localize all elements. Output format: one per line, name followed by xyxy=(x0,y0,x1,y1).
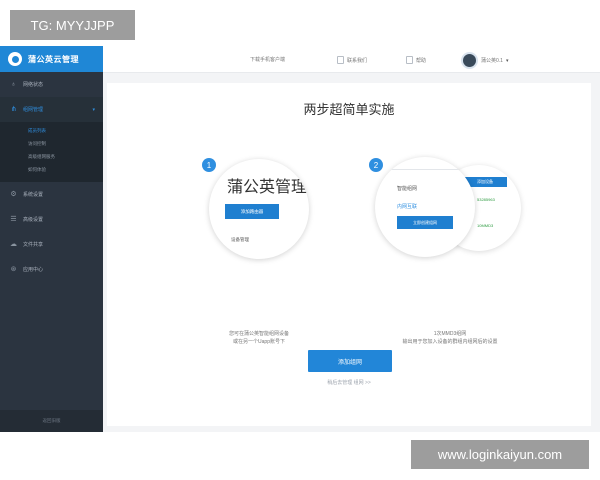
dandelion-logo-icon xyxy=(8,52,22,66)
help-icon xyxy=(406,56,413,64)
main-card: 两步超简单实施 蒲公英管理 添加路由器 设备管理 1 您可在蒲公英智能组网设备 … xyxy=(107,83,591,426)
top-header: 下载手机客户端 联系我们 帮助 蒲公英0.1 ▾ xyxy=(103,46,600,73)
step2-code2: 10MMD3 xyxy=(477,223,494,228)
download-client-link[interactable]: 下载手机客户端 xyxy=(250,56,285,63)
network-icon: ♁ xyxy=(10,81,17,88)
sidebar: 蒲公英云管理 ♁ 网络状态 ⋔ 组网管理 ▾ 成员列表 访问控制 高级组网服务 … xyxy=(0,46,103,432)
step1-illustration: 蒲公英管理 添加路由器 设备管理 xyxy=(209,159,309,259)
add-network-button[interactable]: 添加组网 xyxy=(308,350,392,372)
step2-illustration: 智能组网 内网互联 立即创建组网 xyxy=(375,157,475,257)
step2-menu1: 智能组网 xyxy=(397,186,418,192)
step2-code1: 53285963 xyxy=(477,197,495,202)
app-icon: ⊛ xyxy=(10,266,17,273)
step1-heading: 蒲公英管理 xyxy=(227,179,308,196)
list-icon: ☰ xyxy=(10,216,17,223)
step2-number-badge: 2 xyxy=(369,158,383,172)
contact-link[interactable]: 联系我们 xyxy=(337,56,367,64)
sidebar-subitem-members[interactable]: 成员列表 xyxy=(0,124,103,137)
share-icon: ⋔ xyxy=(10,106,17,113)
cloud-icon: ☁ xyxy=(10,241,17,248)
sidebar-item-network-status[interactable]: ♁ 网络状态 xyxy=(0,72,103,97)
sidebar-nav: ♁ 网络状态 ⋔ 组网管理 ▾ xyxy=(0,72,103,122)
sidebar-nav-lower: ⚙ 系统设置 ☰ 高级设置 ☁ 文件共享 ⊛ 应用中心 xyxy=(0,182,103,282)
sidebar-subitem-how-to[interactable]: 如何体验 xyxy=(0,163,103,176)
step1-add-router-button: 添加路由器 xyxy=(225,204,279,219)
sidebar-footer-link[interactable]: 返回旧版 xyxy=(0,410,103,432)
page-title: 两步超简单实施 xyxy=(303,102,395,117)
sidebar-item-file-sharing[interactable]: ☁ 文件共享 xyxy=(0,232,103,257)
step2-create-network-button: 立即创建组网 xyxy=(397,216,453,229)
brand-title: 蒲公英云管理 xyxy=(28,54,79,64)
brand-bar[interactable]: 蒲公英云管理 xyxy=(0,46,103,72)
sidebar-item-system-settings[interactable]: ⚙ 系统设置 xyxy=(0,182,103,207)
watermark-top: TG: MYYJJPP xyxy=(10,10,135,40)
sidebar-item-app-center[interactable]: ⊛ 应用中心 xyxy=(0,257,103,282)
skip-link[interactable]: 稍后去管理 组网 >> xyxy=(107,379,591,386)
user-menu[interactable]: 蒲公英0.1 ▾ xyxy=(461,52,508,69)
sidebar-subnav: 成员列表 访问控制 高级组网服务 如何体验 xyxy=(0,122,103,182)
step1-description: 您可在蒲公英智能组网设备 或在另一个Uapp账号下 xyxy=(228,331,289,345)
chevron-down-icon: ▾ xyxy=(505,57,509,64)
watermark-bottom: www.loginkaiyun.com xyxy=(411,440,589,469)
sidebar-item-advanced-settings[interactable]: ☰ 高级设置 xyxy=(0,207,103,232)
avatar xyxy=(461,52,478,69)
help-link[interactable]: 帮助 xyxy=(406,56,426,64)
sidebar-subitem-access-control[interactable]: 访问控制 xyxy=(0,137,103,150)
sidebar-subitem-advanced-service[interactable]: 高级组网服务 xyxy=(0,150,103,163)
chevron-down-icon: ▾ xyxy=(92,106,95,113)
step1-number-badge: 1 xyxy=(202,158,216,172)
step2-description: 1次MMD3组网 输出用于您加入设备的群组内组网后的设置 xyxy=(402,331,498,345)
app-window: 蒲公英云管理 ♁ 网络状态 ⋔ 组网管理 ▾ 成员列表 访问控制 高级组网服务 … xyxy=(0,46,600,432)
sidebar-item-network-management[interactable]: ⋔ 组网管理 ▾ xyxy=(0,97,103,122)
step2-menu2: 内网互联 xyxy=(397,204,418,210)
step1-label: 设备管理 xyxy=(231,237,249,242)
phone-icon xyxy=(337,56,344,64)
gear-icon: ⚙ xyxy=(10,191,17,198)
